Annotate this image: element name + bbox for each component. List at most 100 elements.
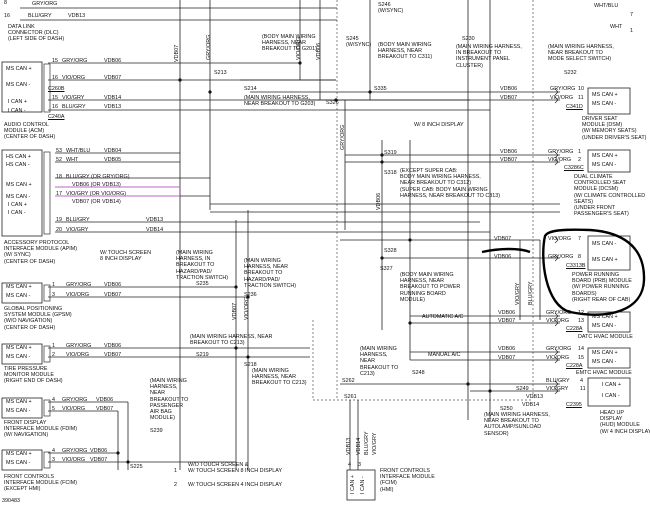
datc-connector: C228A <box>566 326 583 332</box>
vert-vdb14: VDB14 <box>356 437 362 455</box>
apim-circuit: VDB14 <box>146 227 164 233</box>
hud-pin: 4 <box>580 378 583 384</box>
dsm-connector: C341D <box>566 104 583 110</box>
prb-circuit: VDB06 <box>494 254 512 260</box>
acm-circuit: VDB07 <box>104 75 122 81</box>
acm-conn-c260b: C260B <box>48 86 65 92</box>
top-right-wht: WHT <box>610 24 623 30</box>
tpms-circuit: VDB07 <box>104 352 122 358</box>
apim-pin: 20 <box>56 227 62 233</box>
hud-i-can-minus: I CAN - <box>602 393 620 399</box>
splice-s248: S248 <box>412 370 425 376</box>
splice-s326: S326 <box>326 100 339 106</box>
datc-circuit: VDB07 <box>498 318 516 324</box>
splice-s214: S214 <box>244 86 257 92</box>
dcsm-circuit: VDB07 <box>500 157 518 163</box>
note-hazard-in: (MAIN WIRING HARNESS, IN BREAKOUT TO HAZ… <box>176 250 229 281</box>
dlc-circuit: VDB13 <box>68 13 86 19</box>
emtc-circuit: VDB07 <box>498 355 516 361</box>
hud-wire: VIO/GRY <box>546 386 569 392</box>
prb-ms-can-minus: MS CAN - <box>592 241 617 247</box>
gpsm-circuit: VDB06 <box>104 282 122 288</box>
note-autolamp: (MAIN WIRING HARNESS, NEAR BREAKOUT TO A… <box>484 412 550 437</box>
gpsm-wire: VIO/ORG <box>66 292 90 298</box>
emtc-connector: C228A <box>566 363 583 369</box>
tpms-circuit: VDB06 <box>104 343 122 349</box>
legend-num-1: 1 <box>174 468 177 474</box>
datc-ms-can-minus: MS CAN - <box>592 323 617 329</box>
gpsm-pin: 3 <box>52 292 55 298</box>
datc-name: DATC HVAC MODULE <box>578 334 633 340</box>
hud-wire: BLU/GRY <box>546 378 570 384</box>
gpsm-splice: S235 <box>196 281 209 287</box>
apim-pin: 17 <box>56 191 62 197</box>
note-power: (BODY MAIN WIRING HARNESS, NEAR BREAKOUT… <box>400 272 461 303</box>
emtc-name: EMTC HVAC MODULE <box>576 370 632 376</box>
fdim-wire: VIO/ORG <box>62 406 86 412</box>
acm-wire: GRY/ORG <box>62 58 88 64</box>
acm-pin: 16 <box>52 75 58 81</box>
vert-vio-org-2: VIO/ORG <box>244 296 250 320</box>
tpms-wire: GRY/ORG <box>66 343 92 349</box>
apim-circuit: VDB05 <box>104 157 122 163</box>
gpsm-pin: 1 <box>52 282 55 288</box>
legend-num-2: 2 <box>174 482 177 488</box>
apim-ms-can-minus: MS CAN - <box>6 194 31 200</box>
apim-wire: WHT/BLU <box>66 148 91 154</box>
apim-wire: BLU/GRY (OR GRY/ORG) <box>66 174 130 180</box>
fdim-ms-can-plus: MS CAN + <box>6 399 32 405</box>
dsm-circuit: VDB07 <box>500 95 518 101</box>
splice-s335: S335 <box>374 86 387 92</box>
vert-gry-org-2: GRY/ORG <box>340 124 346 150</box>
hud-circuit: VDB13 <box>526 394 544 400</box>
vert-gry-org: GRY/ORG <box>206 34 212 60</box>
fdim-ms-can-minus: MS CAN - <box>6 408 31 414</box>
dlc-pin-8: 8 <box>4 0 7 6</box>
datc-wire: VIO/ORG <box>546 318 570 324</box>
vert-vdb06: VDB06 <box>316 42 322 60</box>
note-s232: S232 <box>564 70 577 76</box>
dlc-pin-16: 16 <box>4 13 10 19</box>
hmi-name: FRONT CONTROLS INTERFACE MODULE (FCIM) (… <box>380 468 435 493</box>
hud-name: HEAD UP DISPLAY (HUD) MODULE (W/ 4 INCH … <box>600 410 650 435</box>
tpms-ms-can-minus: MS CAN - <box>6 354 31 360</box>
emtc-pin: 14 <box>578 346 584 352</box>
acm-wire: BLU/GRY <box>62 104 86 110</box>
dcsm-ms-can-plus: MS CAN + <box>592 153 618 159</box>
apim-hs-can-plus: HS CAN + <box>6 154 32 160</box>
dcsm-pin: 2 <box>578 157 581 163</box>
dsm-circuit: VDB06 <box>500 86 518 92</box>
tpms-pin: 2 <box>52 352 55 358</box>
note-s262: (MAIN WIRING HARNESS, NEAR BREAKOUT TO C… <box>360 346 399 377</box>
emtc-pin: 15 <box>578 355 584 361</box>
splice-s328: S328 <box>384 248 397 254</box>
fcim-circuit: VDB07 <box>90 457 108 463</box>
dcsm-connector: C3286C <box>564 165 584 171</box>
apim-circuit: VDB04 <box>104 148 122 154</box>
tpms-ms-can-plus: MS CAN + <box>6 345 32 351</box>
prb-wire: GRY/ORG <box>548 254 574 260</box>
apim-ms-can-plus: MS CAN + <box>6 182 32 188</box>
apim-i-can-plus: I CAN + <box>8 202 28 208</box>
apim-wire: WHT <box>66 157 79 163</box>
emtc-wire: GRY/ORG <box>546 346 572 352</box>
vert-vdb06-b: VDB06 <box>376 192 382 210</box>
apim-wire: BLU/GRY <box>66 217 90 223</box>
apim-pin: 19 <box>56 217 62 223</box>
datc-ms-can-plus: MS CAN + <box>592 314 618 320</box>
gpsm-ms-can-minus: MS CAN - <box>6 293 31 299</box>
splice-s318: S318 <box>384 170 397 176</box>
note-s201: (BODY MAIN WIRING HARNESS, NEAR BREAKOUT… <box>262 34 317 53</box>
prb-wire: VIO/ORG <box>548 236 572 242</box>
acm-circuit: VDB06 <box>104 58 122 64</box>
dcsm-pin: 1 <box>578 149 581 155</box>
hmi-i-can-plus: I CAN + <box>350 474 356 494</box>
tpms-wire: VIO/ORG <box>66 352 90 358</box>
hmi-wire-a: BLU/GRY <box>364 431 370 455</box>
auto-ac-label: AUTOMATIC A/C <box>422 314 464 320</box>
apim-wire: VIO/GRY <box>66 227 89 233</box>
emtc-ms-can-minus: MS CAN - <box>592 359 617 365</box>
fcim-pin: 4 <box>52 448 55 454</box>
emtc-ms-can-plus: MS CAN + <box>592 350 618 356</box>
hmi-pin-b: 3 <box>358 462 361 468</box>
